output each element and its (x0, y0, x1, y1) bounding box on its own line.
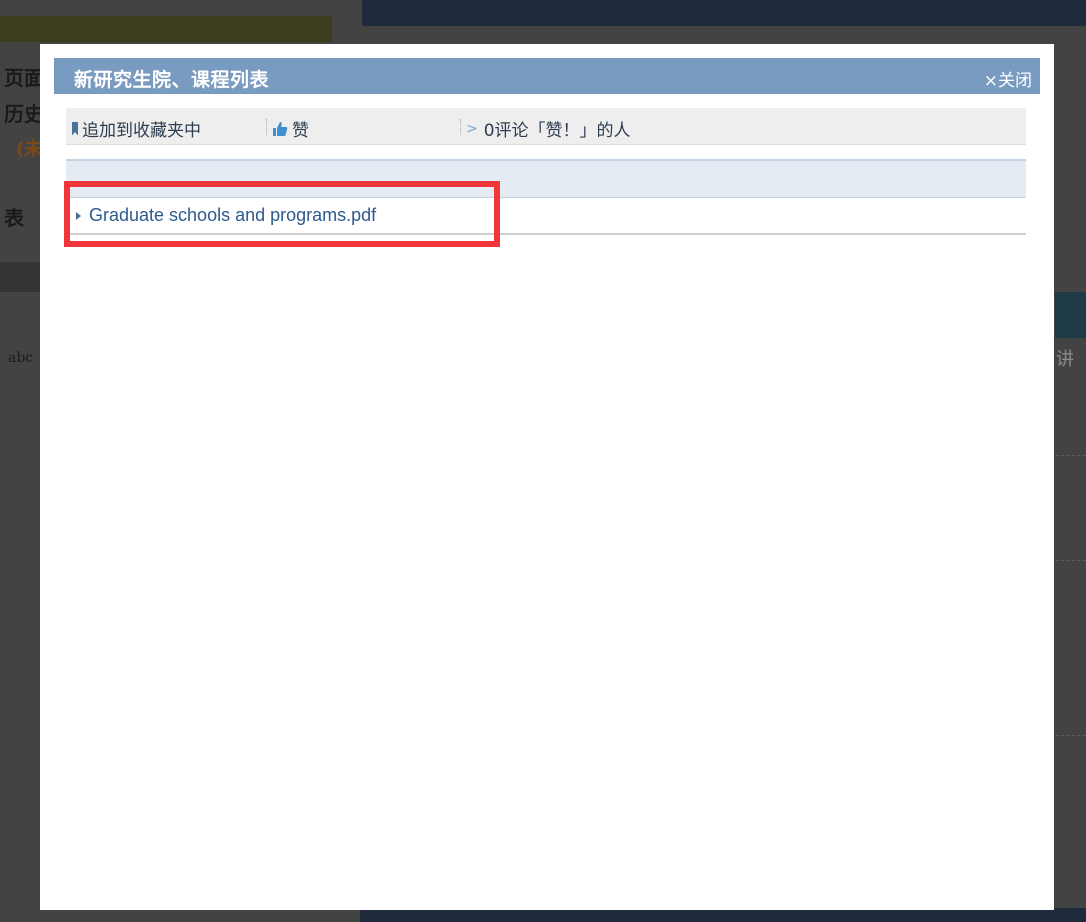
add-to-favorites-button[interactable]: 追加到收藏夹中 (72, 116, 201, 141)
background-right-block (1055, 292, 1086, 338)
background-text-1: 页面 (4, 66, 44, 90)
background-divider (1056, 735, 1086, 736)
background-text-2: 历史 (4, 102, 44, 126)
modal-toolbar: 追加到收藏夹中 赞 > 0评论「赞！」的人 (66, 108, 1026, 145)
background-bottom-bar (360, 908, 1086, 922)
comment-likers-link[interactable]: > 0评论「赞！」的人 (466, 116, 631, 142)
bookmark-icon (72, 121, 78, 136)
background-banner (0, 16, 332, 42)
thumbs-up-icon (273, 121, 288, 136)
background-divider (1056, 560, 1086, 561)
like-label: 赞 (292, 121, 309, 141)
add-to-favorites-label: 追加到收藏夹中 (82, 121, 201, 141)
close-button[interactable]: ×关闭 (984, 66, 1032, 91)
background-right-text: 讲 (1056, 349, 1074, 370)
background-text-4: 表 (4, 206, 24, 230)
modal-title: 新研究生院、课程列表 (74, 69, 270, 91)
background-divider (1056, 455, 1086, 456)
course-list-modal: 新研究生院、课程列表 ×关闭 追加到收藏夹中 赞 > 0评论「赞！」的人 Gra… (40, 44, 1054, 910)
toolbar-separator (460, 119, 462, 135)
modal-header: 新研究生院、课程列表 ×关闭 (54, 58, 1040, 94)
background-small-text: abc (8, 350, 34, 366)
like-button[interactable]: 赞 (272, 116, 309, 141)
background-strip (0, 262, 40, 292)
toolbar-separator (266, 119, 268, 135)
background-top-nav (362, 0, 1086, 26)
arrow-icon: > (466, 120, 478, 137)
highlight-annotation (64, 181, 500, 247)
background-text-3: (未 (16, 139, 43, 160)
comment-likers-label: 0评论「赞！」的人 (483, 121, 631, 141)
